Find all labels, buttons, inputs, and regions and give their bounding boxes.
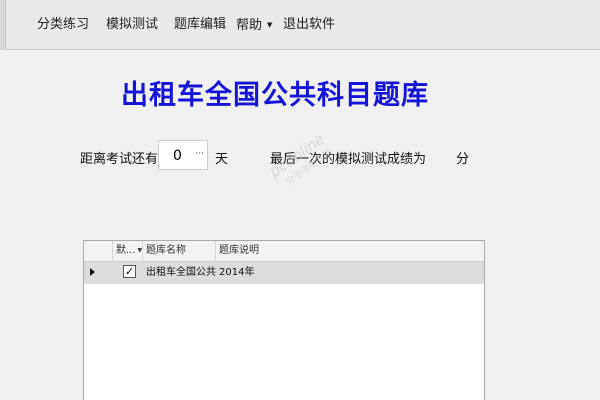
menu-item-exit[interactable]: 退出软件: [283, 0, 335, 50]
menu-item-bank-edit[interactable]: 题库编辑: [174, 0, 226, 50]
column-header-default[interactable]: 默... ▼: [113, 241, 143, 262]
menu-bar: 分类练习 模拟测试 题库编辑 帮助 ▼ 退出软件: [0, 0, 600, 50]
score-unit-label: 分: [456, 152, 470, 167]
grid-header: 默... ▼ 题库名称 题库说明: [84, 241, 484, 262]
watermark: pconline 太平洋电脑网: [266, 115, 374, 216]
row-header-corner: [84, 241, 113, 262]
column-header-label: 题库说明: [219, 245, 259, 256]
page-title: 出租车全国公共科目题库: [121, 80, 429, 111]
menu-item-label: 帮助: [236, 18, 263, 33]
cell-bank-name: 出租车全国公共...: [146, 267, 216, 278]
table-row[interactable]: ✓ 出租车全国公共... 2014年: [84, 262, 484, 284]
days-value: 0: [173, 148, 182, 164]
spin-icon[interactable]: ···: [195, 149, 204, 159]
days-unit-label: 天: [215, 152, 229, 167]
default-checkbox[interactable]: ✓: [123, 265, 136, 278]
column-header-label: 默...: [116, 245, 136, 256]
current-row-arrow-icon: [90, 268, 95, 276]
menu-bar-left-edge: [0, 0, 6, 50]
question-bank-grid[interactable]: 默...▼ 题库名称 题库说明 ✓ 出租车全国公共... 2014年: [83, 240, 485, 400]
menu-item-label: 题库编辑: [174, 17, 227, 32]
days-stepper[interactable]: 0 ···: [158, 140, 208, 170]
cell-bank-description: 2014年: [219, 267, 255, 278]
menu-item-label: 退出软件: [283, 17, 336, 32]
menu-item-label: 分类练习: [37, 17, 90, 32]
menu-item-help[interactable]: 帮助 ▼: [236, 0, 272, 50]
column-header-name[interactable]: 题库名称: [143, 241, 216, 262]
days-prefix-label: 距离考试还有: [80, 152, 159, 167]
menu-item-label: 模拟测试: [106, 17, 159, 32]
chevron-down-icon: ▼: [137, 247, 143, 254]
menu-item-category-practice[interactable]: 分类练习: [37, 0, 89, 50]
chevron-down-icon: ▼: [267, 21, 273, 29]
menu-item-mock-test[interactable]: 模拟测试: [106, 0, 158, 50]
column-header-label: 题库名称: [146, 245, 186, 256]
column-header-description[interactable]: 题库说明: [216, 241, 484, 262]
